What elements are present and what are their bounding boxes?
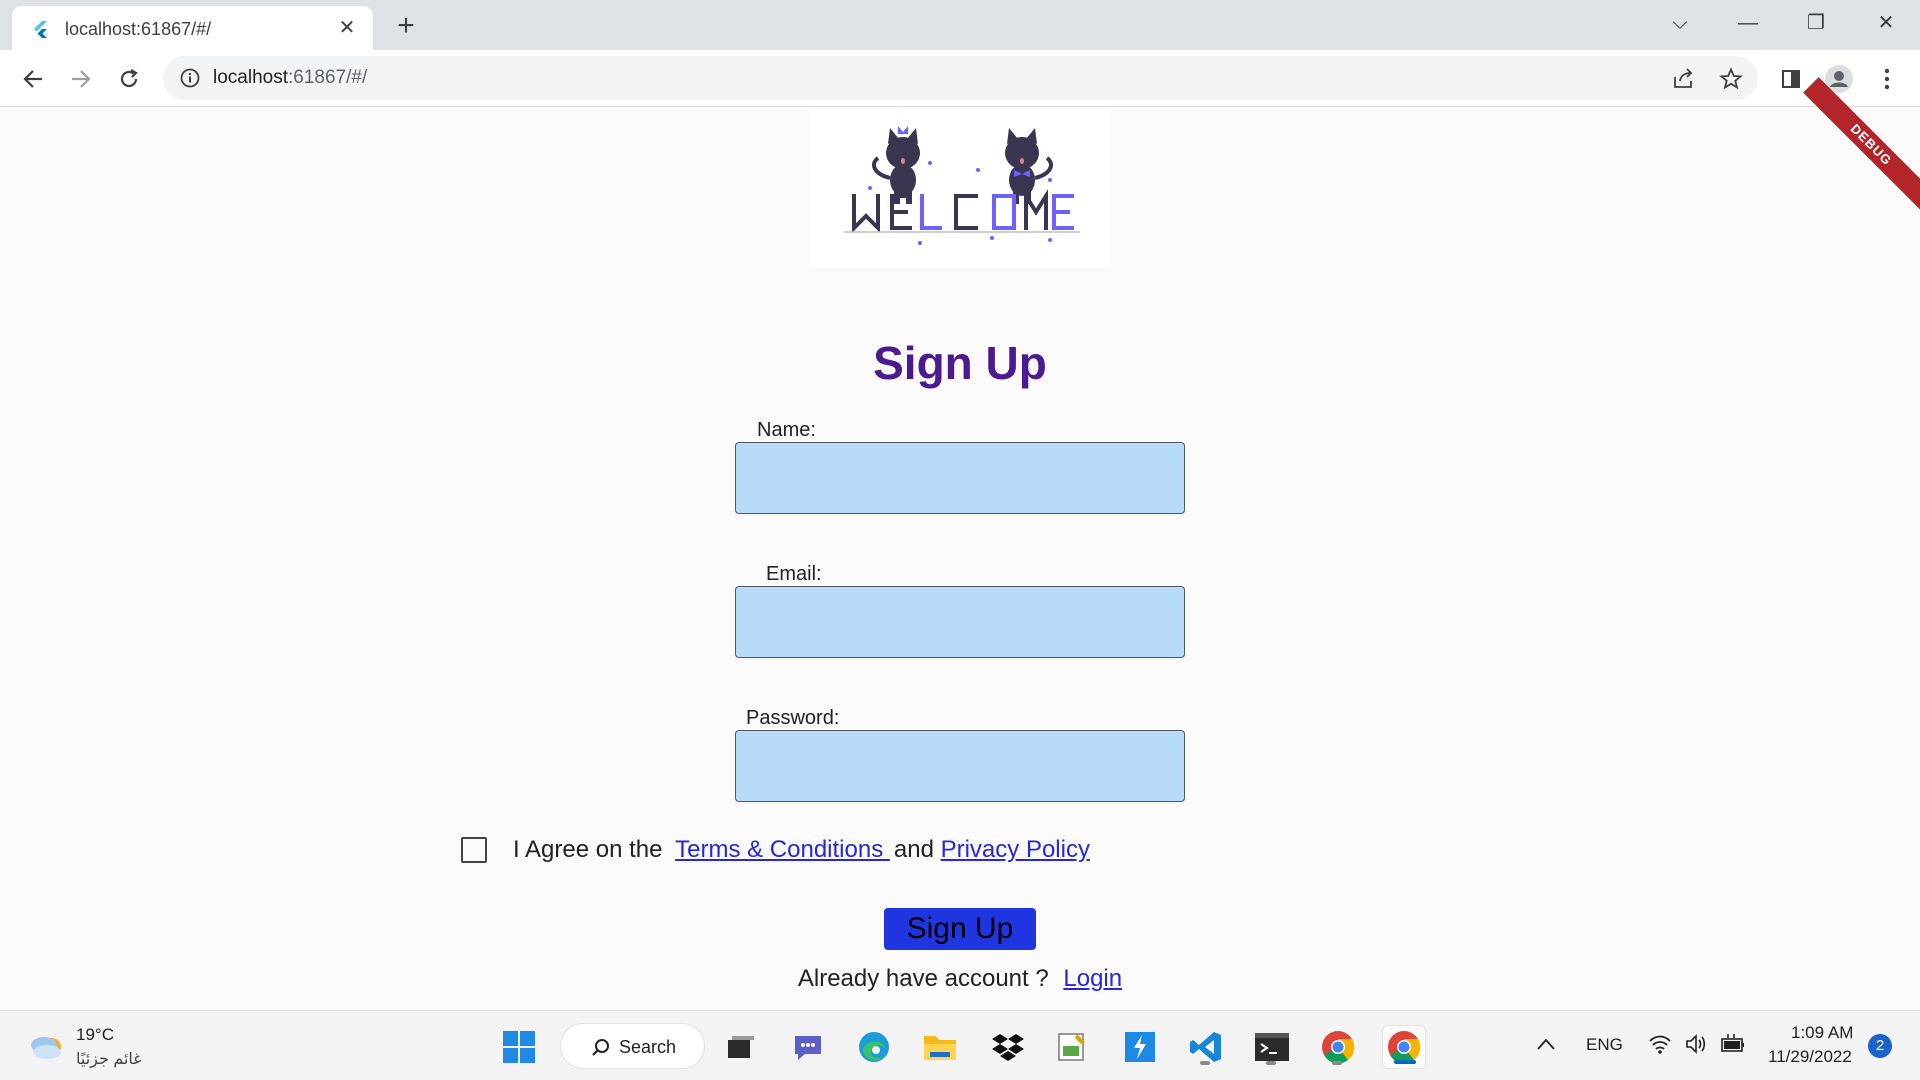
tab-strip: localhost:61867/#/ ✕ + ⌵ — ❐ ✕ xyxy=(0,0,1920,50)
privacy-link[interactable]: Privacy Policy xyxy=(941,836,1090,863)
task-view-icon xyxy=(728,1036,754,1058)
password-field[interactable] xyxy=(735,730,1185,802)
terminal-icon xyxy=(1255,1033,1289,1061)
sign-up-button[interactable]: Sign Up xyxy=(884,908,1036,950)
app-button-notes[interactable] xyxy=(1050,1025,1094,1069)
terms-link[interactable]: Terms & Conditions xyxy=(675,836,890,863)
notification-badge[interactable]: 2 xyxy=(1868,1034,1892,1058)
windows-taskbar: 19°C غائم جزئيًا Search ENG 1:09 AM 11/2… xyxy=(0,1010,1920,1080)
bookmark-star-icon[interactable] xyxy=(1719,67,1743,91)
search-icon xyxy=(592,1039,609,1056)
terminal-button[interactable] xyxy=(1250,1025,1294,1069)
lightning-app-icon xyxy=(1125,1032,1155,1062)
more-vert-icon xyxy=(1884,68,1890,90)
login-link[interactable]: Login xyxy=(1063,965,1122,992)
url-text: localhost:61867/#/ xyxy=(213,67,367,89)
name-label: Name: xyxy=(757,419,816,441)
chevron-up-icon[interactable] xyxy=(1536,1037,1556,1051)
vscode-button[interactable] xyxy=(1184,1025,1228,1069)
partly-cloudy-icon xyxy=(31,1037,61,1059)
welcome-cats-illustration xyxy=(844,126,1080,245)
teams-chat-button[interactable] xyxy=(786,1025,830,1069)
back-arrow-icon xyxy=(23,70,42,88)
page-content: DEBUG Sign Up Name: Email: Password: I A… xyxy=(0,77,1920,1010)
chrome-icon xyxy=(1322,1031,1355,1064)
back-button[interactable] xyxy=(16,62,50,96)
email-label: Email: xyxy=(766,563,822,585)
tab-title: localhost:61867/#/ xyxy=(65,19,212,39)
share-icon[interactable] xyxy=(1671,67,1695,91)
info-icon[interactable] xyxy=(179,67,201,89)
name-field[interactable] xyxy=(735,442,1185,514)
notes-app-icon xyxy=(1058,1033,1085,1061)
password-label: Password: xyxy=(746,707,840,729)
welcome-logo xyxy=(810,108,1110,268)
language-indicator[interactable]: ENG xyxy=(1586,1035,1623,1055)
clock-time[interactable]: 1:09 AM xyxy=(1791,1023,1853,1043)
taskbar-search[interactable]: Search xyxy=(560,1023,705,1069)
reload-icon xyxy=(120,69,138,88)
wifi-icon[interactable] xyxy=(1648,1033,1672,1055)
forward-button[interactable] xyxy=(64,62,98,96)
tab-search-icon[interactable]: ⌵ xyxy=(1660,8,1700,38)
start-button[interactable] xyxy=(497,1025,541,1069)
weather-description: غائم جزئيًا xyxy=(76,1051,142,1068)
battery-icon[interactable] xyxy=(1720,1033,1746,1055)
agree-text: I Agree on the Terms & Conditions and Pr… xyxy=(513,836,1090,864)
edge-icon xyxy=(859,1032,889,1062)
volume-icon[interactable] xyxy=(1684,1033,1708,1055)
address-bar[interactable]: localhost:61867/#/ xyxy=(163,56,1758,100)
windows-logo-icon xyxy=(503,1031,535,1063)
folder-icon xyxy=(924,1036,956,1060)
weather-temp: 19°C xyxy=(76,1025,114,1044)
powerautomate-button[interactable] xyxy=(1118,1025,1162,1069)
agree-prefix: I Agree on the xyxy=(513,836,663,863)
side-panel-button[interactable] xyxy=(1776,64,1806,94)
running-indicator xyxy=(1332,1061,1342,1065)
menu-button[interactable] xyxy=(1872,64,1902,94)
url-host: localhost xyxy=(213,67,288,88)
running-indicator xyxy=(1266,1061,1276,1065)
browser-tab[interactable]: localhost:61867/#/ ✕ xyxy=(12,6,373,50)
close-window-button[interactable]: ✕ xyxy=(1866,8,1906,38)
browser-toolbar: localhost:61867/#/ xyxy=(0,50,1920,107)
flutter-icon xyxy=(34,21,47,38)
already-text: Already have account ? xyxy=(797,965,1049,992)
chrome-button[interactable] xyxy=(1316,1025,1360,1069)
running-indicator xyxy=(1200,1061,1210,1065)
tab-close-icon[interactable]: ✕ xyxy=(335,16,359,40)
forward-arrow-icon xyxy=(72,70,91,88)
page-title: Sign Up xyxy=(873,337,1047,389)
email-field[interactable] xyxy=(735,586,1185,658)
dropbox-icon xyxy=(992,1034,1024,1061)
restore-button[interactable]: ❐ xyxy=(1796,8,1836,38)
agree-checkbox[interactable] xyxy=(461,837,487,863)
file-explorer-button[interactable] xyxy=(918,1025,962,1069)
reload-button[interactable] xyxy=(112,62,146,96)
active-indicator xyxy=(1394,1060,1416,1064)
chrome-active-button[interactable] xyxy=(1382,1025,1426,1069)
minimize-button[interactable]: — xyxy=(1728,8,1768,38)
task-view-button[interactable] xyxy=(718,1025,762,1069)
vscode-icon xyxy=(1190,1032,1221,1062)
new-tab-button[interactable]: + xyxy=(390,11,422,43)
url-rest: :61867/#/ xyxy=(288,67,368,88)
edge-button[interactable] xyxy=(852,1025,896,1069)
chat-icon xyxy=(795,1036,821,1060)
side-panel-icon xyxy=(1782,70,1800,88)
dropbox-button[interactable] xyxy=(986,1025,1030,1069)
login-prompt: Already have account ? Login xyxy=(0,965,1920,993)
agree-and: and xyxy=(893,836,934,863)
clock-date[interactable]: 11/29/2022 xyxy=(1768,1047,1852,1067)
search-label: Search xyxy=(619,1037,677,1057)
